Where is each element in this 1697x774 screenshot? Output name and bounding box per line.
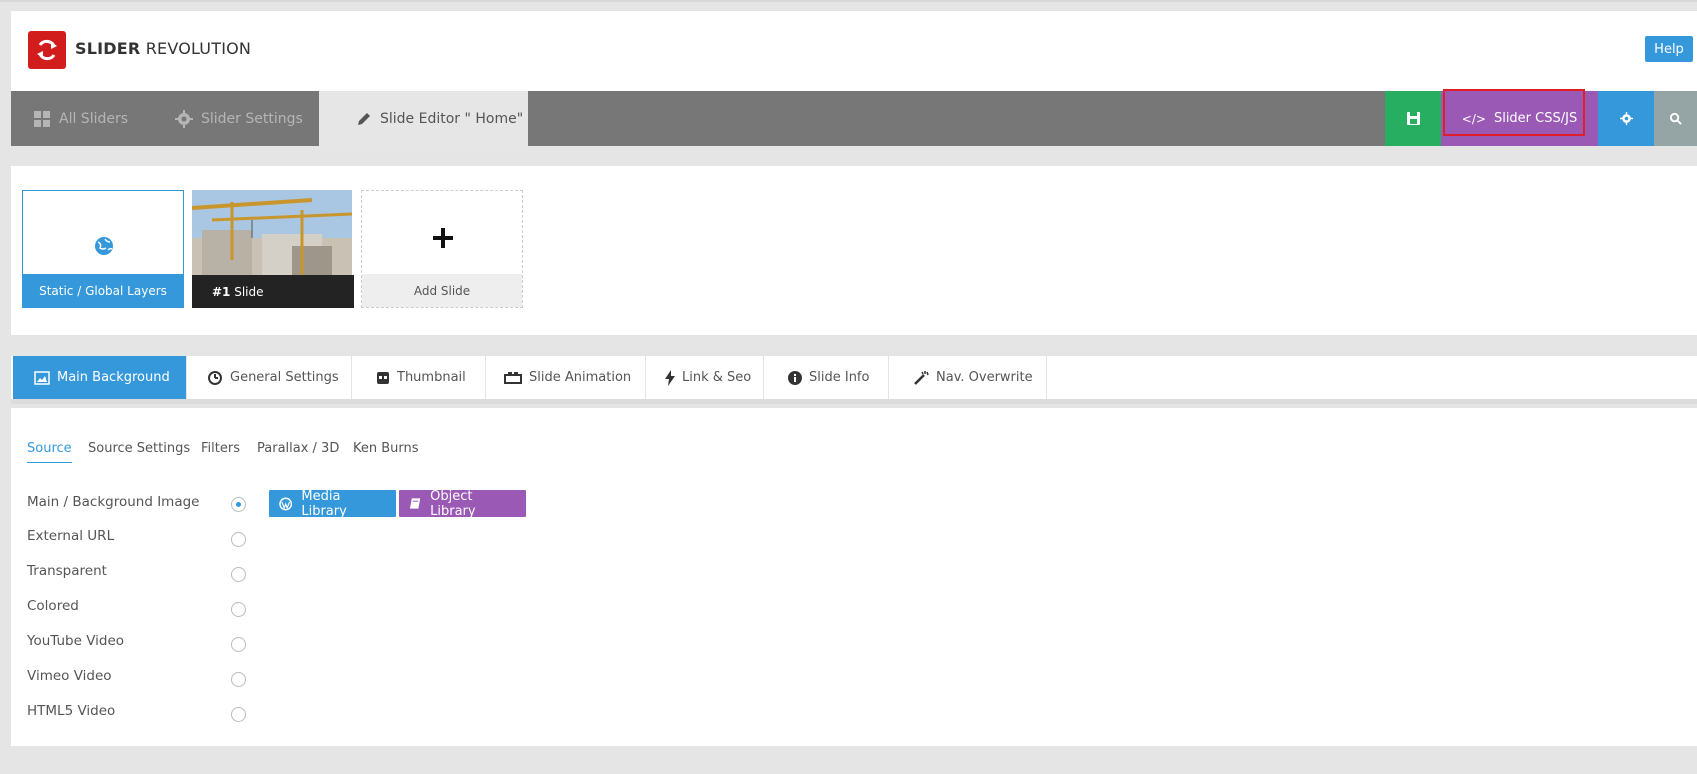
slider-settings-button[interactable]: Slider Settings <box>175 91 315 146</box>
subtab-source[interactable]: Source <box>27 441 72 463</box>
history-icon <box>208 370 222 385</box>
radio-external-url[interactable] <box>231 532 246 547</box>
slide-1-name: Slide <box>234 284 264 299</box>
subtab-parallax-3d[interactable]: Parallax / 3D <box>257 441 339 462</box>
tab-slide-info-label: Slide Info <box>809 370 870 385</box>
subtab-filters[interactable]: Filters <box>201 441 240 462</box>
tab-slide-info[interactable]: Slide Info <box>764 356 889 399</box>
pencil-icon <box>358 112 370 125</box>
object-library-button[interactable]: Object Library <box>399 488 526 519</box>
static-global-layers-card[interactable]: Static / Global Layers <box>22 190 184 308</box>
radio-transparent[interactable] <box>231 567 246 582</box>
slide-1-label: #1 Slide <box>192 275 354 308</box>
subtab-source-settings[interactable]: Source Settings <box>88 441 190 462</box>
grid-icon <box>34 110 50 127</box>
media-library-button[interactable]: Media Library <box>269 488 396 519</box>
static-global-layers-label: Static / Global Layers <box>23 274 183 307</box>
slide-editor-tab[interactable]: Slide Editor " Home" <box>319 91 528 146</box>
source-youtube-video: YouTube Video <box>27 633 125 649</box>
highlight-box <box>1443 89 1585 136</box>
tab-slide-animation[interactable]: Slide Animation <box>486 356 646 399</box>
radio-colored[interactable] <box>231 602 246 617</box>
radio-youtube-video[interactable] <box>231 637 246 652</box>
tab-thumbnail-label: Thumbnail <box>397 370 466 385</box>
tab-slide-animation-label: Slide Animation <box>529 370 632 385</box>
slider-css-js-button[interactable]: </> Slider CSS/JS <box>1441 89 1598 146</box>
logo-text: SLIDER REVOLUTION <box>75 39 251 58</box>
slider-settings-label: Slider Settings <box>201 110 303 127</box>
radio-main-background-image[interactable] <box>231 497 246 512</box>
object-library-label: Object Library <box>430 488 476 519</box>
add-slide-card[interactable]: Add Slide <box>361 190 523 308</box>
wordpress-icon <box>279 497 293 510</box>
magic-wand-icon <box>914 370 929 385</box>
media-library-label: Media Library <box>301 488 347 519</box>
slide-1-thumbnail <box>192 190 352 276</box>
source-colored: Colored <box>27 598 79 614</box>
header: SLIDER REVOLUTION Help <box>11 11 1697 91</box>
slides-panel: Static / Global Layers #1 Slide Add Slid… <box>11 166 1697 335</box>
source-vimeo-video: Vimeo Video <box>27 668 112 684</box>
source-external-url: External URL <box>27 528 115 544</box>
save-button[interactable] <box>1385 91 1441 146</box>
globe-icon <box>95 237 113 255</box>
radio-html5-video[interactable] <box>231 707 246 722</box>
settings-button[interactable] <box>1598 91 1654 146</box>
book-icon <box>409 498 421 509</box>
slide-tabs: Main Background General Settings Thumbna… <box>11 356 1697 404</box>
tab-link-seo-label: Link & Seo <box>682 370 752 385</box>
source-main-background-image: Main / Background Image <box>27 494 200 510</box>
tab-general-settings[interactable]: General Settings <box>187 356 352 399</box>
all-sliders-button[interactable]: All Sliders <box>33 91 143 146</box>
tab-main-background-label: Main Background <box>57 370 170 385</box>
source-html5-video: HTML5 Video <box>27 703 116 719</box>
search-icon <box>1669 112 1682 125</box>
top-strip <box>0 0 1697 2</box>
main-toolbar: All Sliders Slider Settings Slide Editor… <box>11 89 1697 146</box>
search-button[interactable] <box>1654 91 1697 146</box>
refresh-logo-icon <box>37 39 57 61</box>
tab-link-seo[interactable]: Link & Seo <box>646 356 764 399</box>
tab-main-background[interactable]: Main Background <box>13 356 187 399</box>
add-slide-label: Add Slide <box>362 274 522 307</box>
gear-icon <box>1619 112 1633 125</box>
save-icon <box>1406 112 1420 125</box>
all-sliders-label: All Sliders <box>59 110 129 127</box>
source-transparent: Transparent <box>27 563 107 579</box>
slide-editor-label: Slide Editor " Home" <box>380 110 524 127</box>
plus-icon <box>433 228 453 248</box>
info-icon <box>788 370 802 385</box>
tab-nav-overwrite[interactable]: Nav. Overwrite <box>889 356 1047 399</box>
gear-icon <box>175 109 193 128</box>
logo-bold: SLIDER <box>75 39 141 58</box>
thumbnail-icon <box>377 371 389 384</box>
slider-revolution-logo <box>28 31 66 69</box>
tab-general-settings-label: General Settings <box>230 370 339 385</box>
image-icon <box>34 370 50 385</box>
help-button[interactable]: Help <box>1645 36 1693 62</box>
logo-light: REVOLUTION <box>145 39 252 58</box>
tab-nav-overwrite-label: Nav. Overwrite <box>936 370 1033 385</box>
slide-1-card[interactable]: #1 Slide <box>192 190 354 308</box>
lightning-icon <box>665 369 675 386</box>
animation-icon <box>504 371 522 384</box>
subtab-ken-burns[interactable]: Ken Burns <box>353 441 419 462</box>
tab-thumbnail[interactable]: Thumbnail <box>352 356 486 399</box>
main-background-panel: Source Source Settings Filters Parallax … <box>11 408 1697 746</box>
radio-vimeo-video[interactable] <box>231 672 246 687</box>
slide-1-number: #1 <box>212 284 231 299</box>
